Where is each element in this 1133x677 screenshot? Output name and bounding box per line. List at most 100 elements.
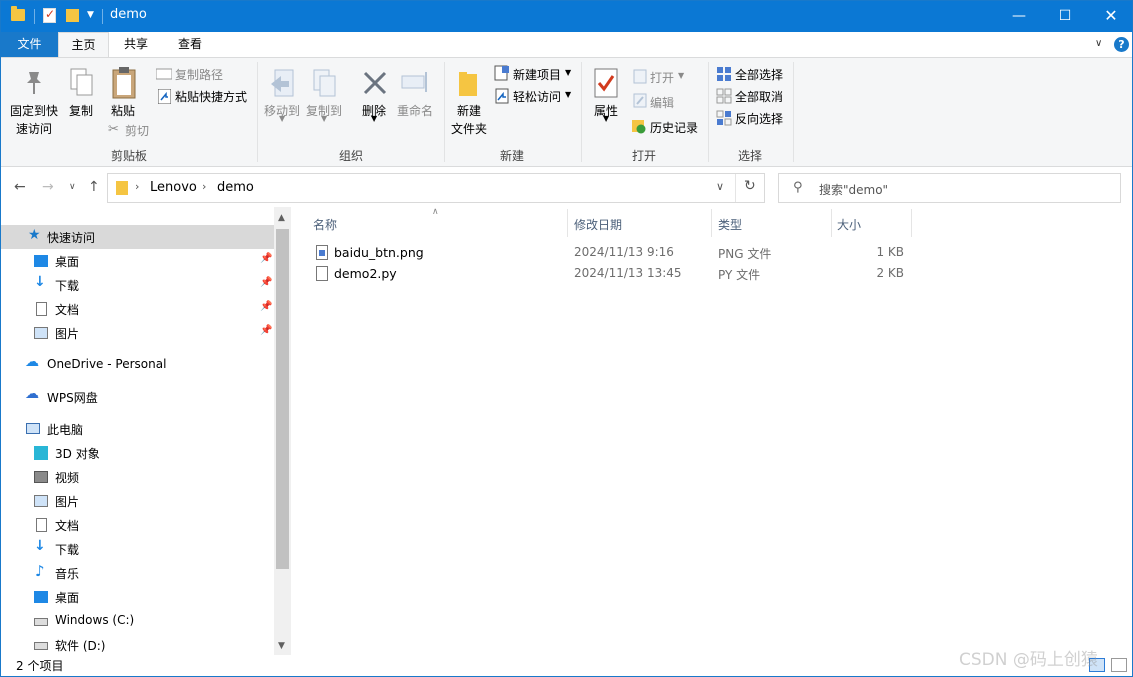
pin-icon[interactable]: 📌 — [260, 325, 272, 336]
file-date: 2024/11/13 9:16 — [574, 245, 674, 259]
cut-button[interactable]: 剪切 — [125, 122, 149, 139]
minimize-button[interactable]: — — [996, 1, 1042, 32]
breadcrumb-chevron-icon[interactable]: › — [202, 180, 206, 193]
file-name: baidu_btn.png — [334, 245, 424, 260]
easy-access-button[interactable]: 轻松访问 — [513, 88, 561, 105]
folder-icon[interactable] — [11, 6, 25, 21]
file-row[interactable]: demo2.py 2024/11/13 13:45 PY 文件 2 KB — [311, 264, 911, 285]
rename-button[interactable]: 重命名 — [397, 102, 433, 119]
tab-share[interactable]: 共享 — [113, 32, 159, 57]
help-icon[interactable]: ? — [1114, 37, 1129, 52]
scroll-up-arrow-icon[interactable]: ▲ — [278, 213, 285, 223]
nav-item-onedrive[interactable]: ☁ OneDrive - Personal — [1, 353, 274, 377]
back-arrow-icon[interactable]: ← — [14, 179, 26, 195]
nav-item-this-pc[interactable]: 此电脑 — [1, 417, 274, 441]
open-chevron-icon: ▼ — [678, 71, 685, 80]
column-header-type[interactable]: 类型 — [718, 216, 742, 233]
pin-icon[interactable]: 📌 — [260, 253, 272, 264]
nav-item-quick-access[interactable]: ★ 快速访问 — [1, 225, 274, 249]
column-divider[interactable] — [911, 209, 912, 237]
history-button[interactable]: 历史记录 — [650, 119, 698, 136]
nav-label: 文档 — [55, 303, 80, 317]
tab-file[interactable]: 文件 — [1, 32, 58, 57]
paste-shortcut-button[interactable]: 粘贴快捷方式 — [175, 88, 247, 105]
column-divider[interactable] — [711, 209, 712, 237]
nav-item-pc-pictures[interactable]: 图片 — [1, 489, 274, 513]
large-icons-view-icon[interactable] — [1111, 658, 1127, 672]
pin-icon[interactable]: 📌 — [260, 301, 272, 312]
picture-icon — [34, 495, 48, 507]
pin-quick-access-button[interactable]: 固定到快 — [10, 102, 58, 119]
watermark: CSDN @码上创猿 — [959, 650, 1098, 670]
invert-selection-button[interactable]: 反向选择 — [735, 110, 783, 127]
nav-item-pictures[interactable]: 图片 📌 — [1, 321, 274, 345]
column-divider[interactable] — [567, 209, 568, 237]
address-history-chevron-icon[interactable]: ∨ — [716, 180, 724, 193]
file-date: 2024/11/13 13:45 — [574, 266, 682, 280]
copy-path-button[interactable]: 复制路径 — [175, 66, 223, 83]
recent-locations-chevron-icon[interactable]: ∨ — [69, 182, 76, 192]
column-header-date[interactable]: 修改日期 — [574, 216, 622, 233]
nav-item-drive-d[interactable]: 软件 (D:) — [1, 633, 274, 657]
new-item-icon — [494, 65, 510, 84]
open-button[interactable]: 打开 — [650, 69, 674, 86]
nav-item-pc-documents[interactable]: 文档 — [1, 513, 274, 537]
customize-quick-access-chevron-icon[interactable]: ▼ — [87, 10, 94, 20]
breadcrumb-lenovo[interactable]: Lenovo — [150, 180, 197, 195]
breadcrumb-chevron-icon[interactable]: › — [135, 180, 139, 193]
nav-item-pc-desktop[interactable]: 桌面 — [1, 585, 274, 609]
column-header-size[interactable]: 大小 — [837, 216, 861, 233]
nav-label: 3D 对象 — [55, 447, 100, 461]
nav-item-wps[interactable]: ☁ WPS网盘 — [1, 385, 274, 409]
address-divider — [735, 174, 736, 202]
select-none-button[interactable]: 全部取消 — [735, 88, 783, 105]
maximize-button[interactable]: ☐ — [1042, 1, 1088, 32]
copy-button[interactable]: 复制 — [69, 102, 93, 119]
refresh-icon[interactable]: ↻ — [744, 178, 756, 194]
nav-item-videos[interactable]: 视频 — [1, 465, 274, 489]
new-folder-button[interactable]: 新建 — [457, 102, 481, 119]
nav-item-pc-downloads[interactable]: ↓ 下载 — [1, 537, 274, 561]
collapse-ribbon-chevron-icon[interactable]: ∨ — [1095, 38, 1102, 49]
search-box[interactable]: ⚲ 搜索"demo" — [778, 173, 1121, 203]
edit-button[interactable]: 编辑 — [650, 94, 674, 111]
picture-icon — [34, 327, 48, 339]
nav-label: 图片 — [55, 495, 80, 509]
nav-scrollbar-thumb[interactable] — [276, 229, 289, 569]
file-icon — [316, 266, 328, 281]
forward-arrow-icon[interactable]: → — [42, 179, 54, 195]
new-folder-quick-icon[interactable] — [66, 9, 79, 22]
nav-item-drive-c[interactable]: Windows (C:) — [1, 609, 274, 633]
tab-home[interactable]: 主页 — [58, 32, 109, 58]
breadcrumb-demo[interactable]: demo — [217, 180, 254, 195]
nav-label: WPS网盘 — [47, 391, 98, 405]
move-to-chevron-icon: ▼ — [279, 114, 286, 123]
nav-item-documents[interactable]: 文档 📌 — [1, 297, 274, 321]
nav-item-music[interactable]: ♪ 音乐 — [1, 561, 274, 585]
scissors-icon: ✂ — [108, 122, 119, 137]
nav-label: 图片 — [55, 327, 80, 341]
tab-view[interactable]: 查看 — [166, 32, 214, 57]
select-all-button[interactable]: 全部选择 — [735, 66, 783, 83]
properties-icon — [594, 68, 618, 101]
nav-item-3d-objects[interactable]: 3D 对象 — [1, 441, 274, 465]
close-button[interactable]: ✕ — [1088, 1, 1133, 32]
file-row[interactable]: baidu_btn.png 2024/11/13 9:16 PNG 文件 1 K… — [311, 243, 911, 264]
column-header-name[interactable]: 名称 — [313, 216, 337, 233]
paste-shortcut-icon — [157, 88, 172, 107]
address-bar[interactable]: › Lenovo › demo ∨ ↻ — [107, 173, 765, 203]
properties-quick-icon[interactable] — [43, 7, 56, 23]
pin-icon[interactable]: 📌 — [260, 277, 272, 288]
navigation-pane: ★ 快速访问 桌面 📌 ↓ 下载 📌 文档 📌 图片 📌 ☁ OneDrive … — [1, 207, 291, 655]
open-icon — [633, 69, 647, 87]
up-arrow-icon[interactable]: ↑ — [88, 179, 100, 195]
new-item-button[interactable]: 新建项目 — [513, 66, 561, 83]
pin-icon — [23, 70, 45, 99]
nav-item-desktop[interactable]: 桌面 📌 — [1, 249, 274, 273]
nav-item-downloads[interactable]: ↓ 下载 📌 — [1, 273, 274, 297]
nav-label: 桌面 — [55, 255, 80, 269]
scroll-down-arrow-icon[interactable]: ▼ — [278, 641, 285, 651]
search-input[interactable]: 搜索"demo" — [819, 181, 888, 198]
column-divider[interactable] — [831, 209, 832, 237]
paste-button[interactable]: 粘贴 — [111, 102, 135, 119]
